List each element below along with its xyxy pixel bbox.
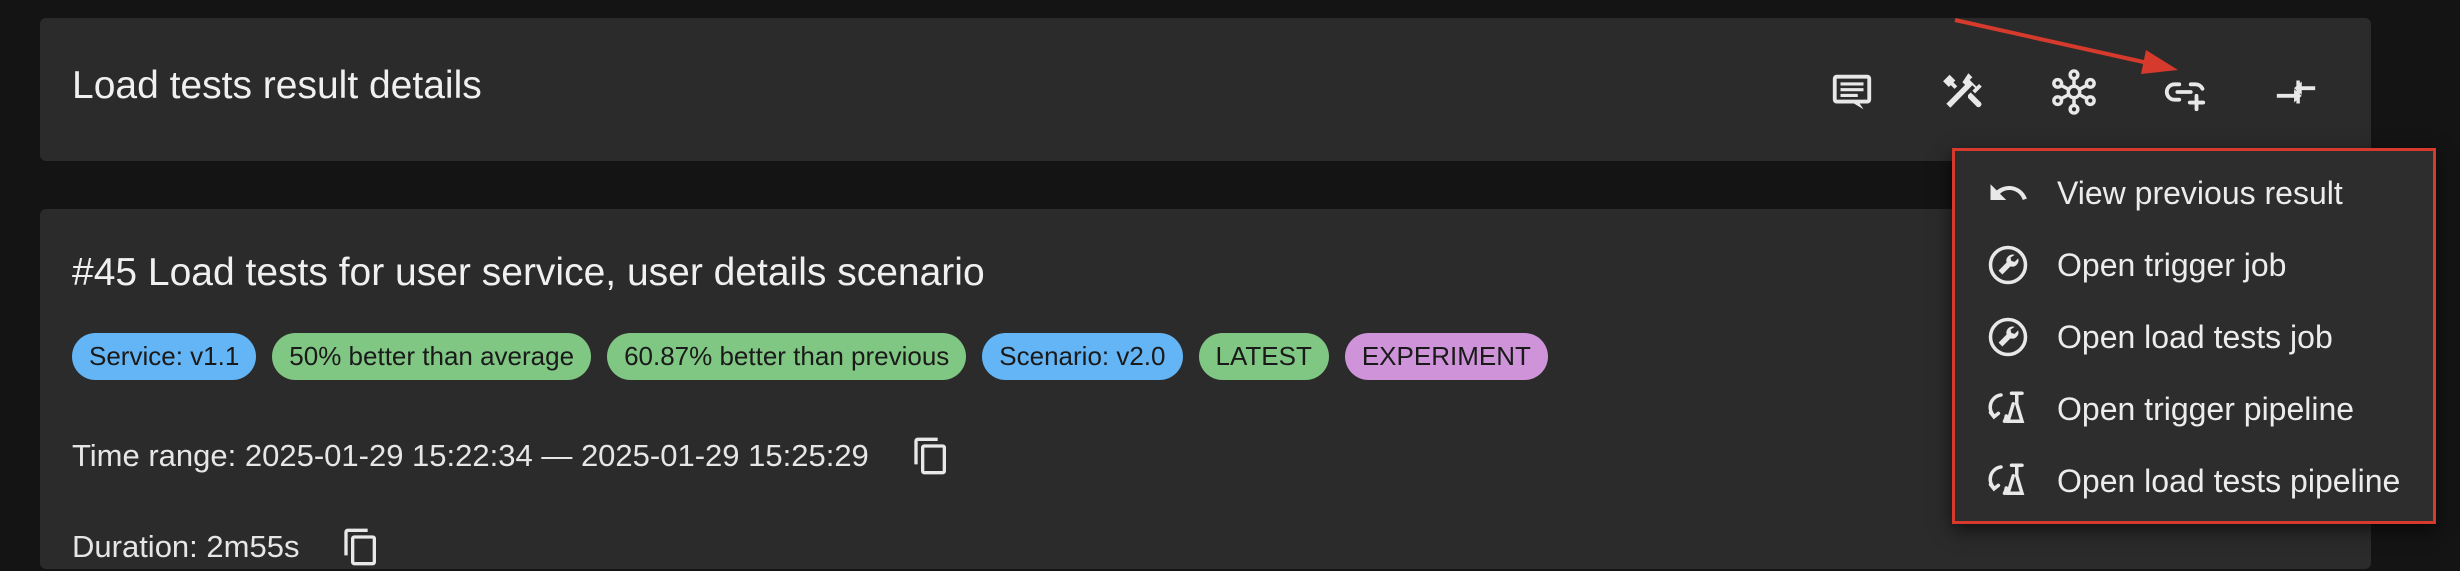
latest-chip: LATEST [1198,333,1329,380]
menu-item-open-load-tests-pipeline[interactable]: Open load tests pipeline [1955,449,2433,513]
menu-item-label: Open load tests pipeline [2057,462,2401,499]
service-chip: Service: v1.1 [72,333,257,380]
page-title: Load tests result details [72,64,482,107]
menu-item-label: Open load tests job [2057,318,2333,355]
menu-item-open-trigger-pipeline[interactable]: Open trigger pipeline [1955,377,2433,441]
result-title: #45 Load tests for user service, user de… [72,251,985,294]
scenario-chip: Scenario: v2.0 [982,333,1183,380]
time-range-row: Time range: 2025-01-29 15:22:34 — 2025-0… [72,432,955,480]
pipeline-icon [1986,387,2030,431]
menu-item-open-trigger-job[interactable]: Open trigger job [1955,233,2433,297]
experiment-chip: EXPERIMENT [1344,333,1548,380]
menu-item-label: View previous result [2057,174,2343,211]
graph-network-icon[interactable] [2046,64,2102,120]
wrench-circle-icon [1986,243,2030,287]
time-range-text: Time range: 2025-01-29 15:22:34 — 2025-0… [72,438,869,473]
copy-duration-icon[interactable] [337,523,385,571]
menu-item-label: Open trigger job [2057,246,2287,283]
previous-comparison-chip: 60.87% better than previous [607,333,967,380]
header-bar: Load tests result details [40,18,2371,161]
copy-time-range-icon[interactable] [907,432,955,480]
compare-arrows-icon[interactable] [2268,64,2324,120]
chip-row: Service: v1.1 50% better than average 60… [72,333,1548,380]
duration-row: Duration: 2m55s [72,523,385,571]
menu-item-view-previous-result[interactable]: View previous result [1955,161,2433,225]
wrench-circle-icon [1986,315,2030,359]
tools-icon[interactable] [1935,64,1991,120]
link-plus-icon[interactable] [2157,64,2213,120]
undo-icon [1986,171,2030,215]
duration-text: Duration: 2m55s [72,529,300,564]
comment-icon[interactable] [1824,64,1880,120]
pipeline-icon [1986,459,2030,503]
link-menu: View previous result Open trigger job Op… [1952,148,2436,524]
menu-item-label: Open trigger pipeline [2057,390,2355,427]
average-comparison-chip: 50% better than average [272,333,592,380]
menu-item-open-load-tests-job[interactable]: Open load tests job [1955,305,2433,369]
